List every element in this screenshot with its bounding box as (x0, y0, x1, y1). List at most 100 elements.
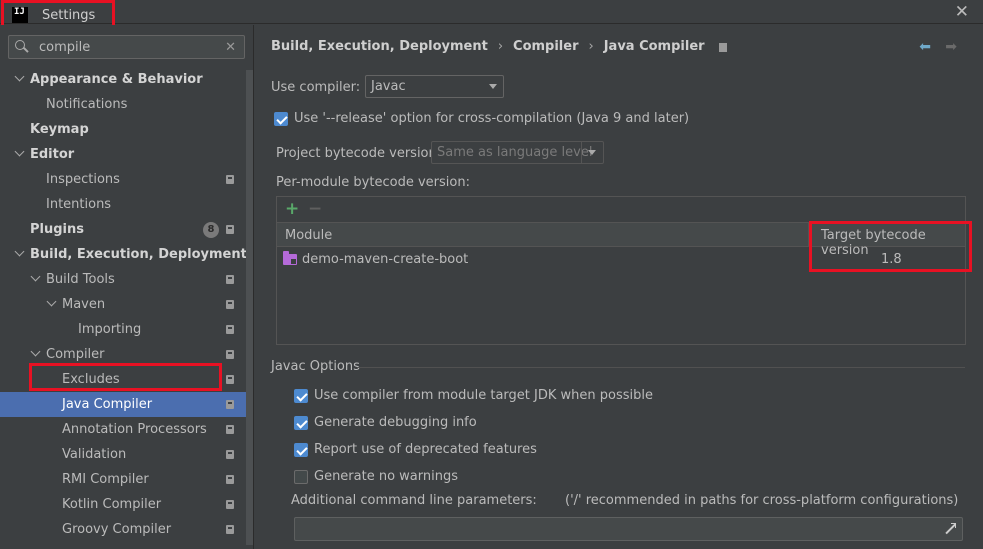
column-header-module[interactable]: Module (285, 228, 332, 243)
table-row[interactable]: demo-maven-create-boot (283, 251, 469, 267)
project-bytecode-value: Same as language level (437, 145, 593, 160)
no-warnings-checkbox[interactable] (294, 470, 308, 484)
sidebar-item-label: Maven (62, 297, 106, 312)
chevron-down-icon (581, 142, 603, 163)
sidebar-item-label: Excludes (62, 372, 120, 387)
sidebar-item-label: Annotation Processors (62, 422, 207, 437)
project-level-icon (226, 375, 234, 384)
breadcrumb-item: Java Compiler (603, 39, 705, 54)
project-level-icon (226, 450, 234, 459)
sidebar-item-excludes[interactable]: Excludes (0, 367, 246, 392)
sidebar-item-label: Intentions (46, 197, 112, 212)
sidebar-item-build-execution-deployment[interactable]: Build, Execution, Deployment (0, 242, 247, 267)
project-level-icon (226, 425, 234, 434)
deprecated-label: Report use of deprecated features (314, 442, 537, 457)
release-option-checkbox[interactable] (274, 112, 288, 126)
project-level-icon (226, 175, 234, 184)
sidebar-item-plugins[interactable]: Plugins 8 (0, 217, 246, 242)
sidebar-item-importing[interactable]: Importing (0, 317, 246, 342)
back-arrow-icon[interactable]: ⬅ (919, 39, 931, 55)
add-icon[interactable]: + (285, 199, 299, 219)
chevron-down-icon[interactable] (31, 349, 41, 359)
clear-search-icon[interactable]: ✕ (225, 40, 236, 55)
chevron-down-icon (489, 84, 497, 89)
additional-params-input[interactable] (294, 517, 963, 541)
sidebar-item-label: Kotlin Compiler (62, 497, 162, 512)
sidebar-item-label: Build, Execution, Deployment (30, 247, 247, 262)
sidebar-item-java-compiler[interactable]: Java Compiler (0, 392, 246, 417)
debug-info-checkbox[interactable] (294, 416, 308, 430)
use-compiler-value: Javac (371, 79, 406, 94)
sidebar-item-compiler[interactable]: Compiler (0, 342, 246, 367)
title-bar: IJ Settings ✕ (0, 0, 983, 30)
chevron-down-icon[interactable] (15, 149, 25, 159)
forward-arrow-icon[interactable]: ➡ (945, 39, 957, 55)
module-folder-icon (283, 251, 297, 265)
settings-tree: Appearance & Behavior Notifications Keymap… (0, 67, 247, 542)
project-level-icon (226, 325, 234, 334)
chevron-down-icon[interactable] (31, 274, 41, 284)
sidebar-item-label: RMI Compiler (62, 472, 149, 487)
section-divider (357, 367, 965, 368)
search-input[interactable] (39, 39, 226, 55)
window-title: Settings (42, 7, 96, 23)
sidebar-item-intentions[interactable]: Intentions (0, 192, 246, 217)
breadcrumb-separator-icon: › (588, 39, 594, 54)
breadcrumb-separator-icon: › (497, 39, 504, 54)
sidebar-item-kotlin-compiler[interactable]: Kotlin Compiler (0, 492, 246, 517)
table-header: Module Target bytecode version (277, 222, 965, 258)
sidebar-item-label: Inspections (46, 172, 120, 187)
sidebar-item-inspections[interactable]: Inspections (0, 167, 246, 192)
sidebar-item-rmi-compiler[interactable]: RMI Compiler (0, 467, 246, 492)
sidebar-item-build-tools[interactable]: Build Tools (0, 267, 246, 292)
expand-icon[interactable] (944, 523, 956, 535)
sidebar-item-maven[interactable]: Maven (0, 292, 246, 317)
module-name: demo-maven-create-boot (302, 252, 469, 267)
additional-params-hint: ('/' recommended in paths for cross-plat… (565, 493, 959, 508)
breadcrumb: Build, Execution, Deployment › Compiler … (271, 39, 727, 54)
sidebar-item-label: Build Tools (46, 272, 115, 287)
per-module-label: Per-module bytecode version: (276, 175, 470, 190)
sidebar-item-label: Java Compiler (62, 397, 153, 412)
use-compiler-select[interactable]: Javac (365, 75, 504, 98)
debug-info-label: Generate debugging info (314, 415, 477, 430)
sidebar-item-notifications[interactable]: Notifications (0, 92, 246, 117)
sidebar-item-appearance-behavior[interactable]: Appearance & Behavior (0, 67, 246, 92)
chevron-down-icon[interactable] (15, 74, 25, 84)
sidebar-item-label: Keymap (30, 122, 89, 137)
module-jdk-checkbox[interactable] (294, 389, 308, 403)
deprecated-checkbox[interactable] (294, 443, 308, 457)
sidebar-item-annotation-processors[interactable]: Annotation Processors (0, 417, 246, 442)
update-count-badge: 8 (203, 222, 219, 238)
intellij-logo-icon: IJ (12, 7, 28, 23)
target-version-cell[interactable]: 1.8 (881, 252, 902, 267)
project-level-icon (226, 300, 234, 309)
search-box[interactable]: ✕ (8, 35, 245, 59)
remove-icon[interactable]: − (308, 199, 322, 219)
breadcrumb-item[interactable]: Compiler (513, 39, 578, 54)
sidebar-item-keymap[interactable]: Keymap (0, 117, 246, 142)
sidebar-item-label: Importing (78, 322, 142, 337)
chevron-down-icon[interactable] (15, 249, 25, 259)
breadcrumb-item[interactable]: Build, Execution, Deployment (271, 39, 488, 54)
per-module-table: + − Module Target bytecode version demo-… (276, 196, 966, 345)
project-level-icon (226, 500, 234, 509)
close-icon[interactable]: ✕ (955, 2, 969, 22)
javac-options-title: Javac Options (271, 359, 360, 374)
project-level-icon (718, 43, 727, 52)
project-level-icon (226, 525, 234, 534)
settings-sidebar: ✕ Appearance & Behavior Notifications Keym… (0, 25, 254, 549)
chevron-down-icon[interactable] (47, 299, 57, 309)
sidebar-item-validation[interactable]: Validation (0, 442, 246, 467)
sidebar-scrollbar[interactable] (246, 70, 253, 545)
sidebar-item-groovy-compiler[interactable]: Groovy Compiler (0, 517, 246, 542)
release-option-label: Use '--release' option for cross-compila… (294, 111, 690, 126)
project-bytecode-select[interactable]: Same as language level (431, 141, 604, 164)
sidebar-item-editor[interactable]: Editor (0, 142, 246, 167)
additional-params-label: Additional command line parameters: (291, 493, 537, 508)
sidebar-item-label: Notifications (46, 97, 128, 112)
use-compiler-label: Use compiler: (271, 80, 361, 95)
column-divider (808, 223, 809, 246)
sidebar-item-label: Compiler (46, 347, 105, 362)
sidebar-item-label: Plugins (30, 222, 84, 237)
